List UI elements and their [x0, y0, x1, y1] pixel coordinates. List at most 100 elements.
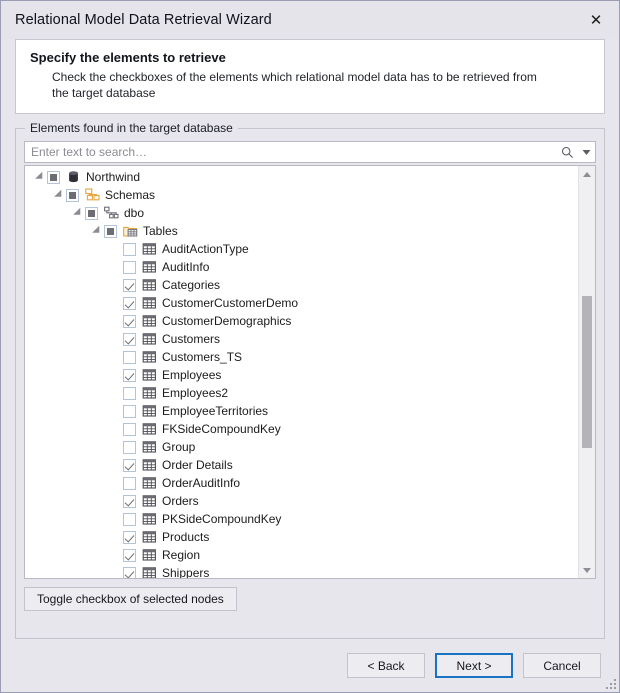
table-icon	[141, 260, 157, 274]
tree-node-label: dbo	[124, 206, 144, 220]
page-subtitle: Check the checkboxes of the elements whi…	[52, 69, 552, 101]
tree-checkbox[interactable]	[66, 189, 79, 202]
tree-node-label: OrderAuditInfo	[162, 476, 240, 490]
tables-icon	[122, 224, 138, 238]
footer-bar: < Back Next > Cancel	[1, 639, 619, 692]
tree-vertical-scrollbar[interactable]	[578, 166, 595, 578]
tree-row[interactable]: Employees2	[25, 384, 578, 402]
tree-checkbox[interactable]	[123, 567, 136, 579]
tree-checkbox[interactable]	[123, 459, 136, 472]
search-icon[interactable]	[557, 146, 577, 159]
table-icon	[141, 242, 157, 256]
tree-checkbox[interactable]	[123, 369, 136, 382]
tree-row[interactable]: FKSideCompoundKey	[25, 420, 578, 438]
resize-grip[interactable]	[604, 677, 616, 689]
tree-node-label: Customers	[162, 332, 220, 346]
tree-node-label: CustomerCustomerDemo	[162, 296, 298, 310]
expander-collapse-icon[interactable]	[33, 172, 47, 182]
table-icon	[141, 404, 157, 418]
table-icon	[141, 476, 157, 490]
scroll-down-icon[interactable]	[579, 562, 595, 578]
expander-collapse-icon[interactable]	[52, 190, 66, 200]
tree-row[interactable]: Customers_TS	[25, 348, 578, 366]
tree-row[interactable]: AuditInfo	[25, 258, 578, 276]
table-icon	[141, 278, 157, 292]
tree-checkbox[interactable]	[123, 549, 136, 562]
tree-node-label: Order Details	[162, 458, 233, 472]
tree-row[interactable]: Orders	[25, 492, 578, 510]
tree-node-label: PKSideCompoundKey	[162, 512, 281, 526]
tree-body: Northwind Schemas dbo Tables AuditActionType…	[25, 166, 578, 578]
tree-checkbox[interactable]	[123, 243, 136, 256]
body-area: Elements found in the target database	[1, 114, 619, 639]
tree-checkbox[interactable]	[123, 405, 136, 418]
expander-collapse-icon[interactable]	[71, 208, 85, 218]
tree-checkbox[interactable]	[123, 513, 136, 526]
table-icon	[141, 386, 157, 400]
tree-row[interactable]: CustomerDemographics	[25, 312, 578, 330]
tree-node-label: Region	[162, 548, 200, 562]
tree-row[interactable]: Northwind	[25, 168, 578, 186]
tree-node-label: Employees	[162, 368, 221, 382]
next-button[interactable]: Next >	[435, 653, 513, 678]
tree-node-label: Customers_TS	[162, 350, 242, 364]
table-icon	[141, 566, 157, 578]
tree-node-label: Categories	[162, 278, 220, 292]
table-icon	[141, 422, 157, 436]
tree-node-label: Northwind	[86, 170, 140, 184]
wizard-dialog: Relational Model Data Retrieval Wizard ✕…	[0, 0, 620, 693]
close-icon[interactable]: ✕	[573, 1, 619, 39]
title-bar: Relational Model Data Retrieval Wizard ✕	[1, 1, 619, 39]
tree-checkbox[interactable]	[123, 495, 136, 508]
tree-node-label: AuditActionType	[162, 242, 249, 256]
tree-row[interactable]: Products	[25, 528, 578, 546]
search-bar	[24, 141, 596, 163]
search-input[interactable]	[25, 143, 557, 161]
toggle-checkbox-button[interactable]: Toggle checkbox of selected nodes	[24, 587, 237, 611]
tree-row[interactable]: Tables	[25, 222, 578, 240]
elements-groupbox: Elements found in the target database	[15, 128, 605, 639]
scrollbar-thumb[interactable]	[582, 296, 592, 448]
tree-row[interactable]: Employees	[25, 366, 578, 384]
tree-node-label: EmployeeTerritories	[162, 404, 268, 418]
tree-row[interactable]: Region	[25, 546, 578, 564]
tree-checkbox[interactable]	[47, 171, 60, 184]
tree-checkbox[interactable]	[123, 423, 136, 436]
tree-row[interactable]: Order Details	[25, 456, 578, 474]
scroll-up-icon[interactable]	[579, 166, 595, 182]
tree-checkbox[interactable]	[85, 207, 98, 220]
tree-checkbox[interactable]	[123, 387, 136, 400]
tree-node-label: CustomerDemographics	[162, 314, 291, 328]
tree-row[interactable]: Group	[25, 438, 578, 456]
tree-node-label: Schemas	[105, 188, 155, 202]
tree-checkbox[interactable]	[104, 225, 117, 238]
tree-checkbox[interactable]	[123, 261, 136, 274]
tree-checkbox[interactable]	[123, 477, 136, 490]
tree-row[interactable]: Shippers	[25, 564, 578, 578]
chevron-down-icon[interactable]	[577, 149, 595, 156]
tree-checkbox[interactable]	[123, 441, 136, 454]
header-panel: Specify the elements to retrieve Check t…	[15, 39, 605, 114]
tree-checkbox[interactable]	[123, 279, 136, 292]
tree-row[interactable]: Customers	[25, 330, 578, 348]
tree-row[interactable]: dbo	[25, 204, 578, 222]
cancel-button[interactable]: Cancel	[523, 653, 601, 678]
tree-row[interactable]: CustomerCustomerDemo	[25, 294, 578, 312]
table-icon	[141, 440, 157, 454]
tree-row[interactable]: Categories	[25, 276, 578, 294]
tree-row[interactable]: OrderAuditInfo	[25, 474, 578, 492]
table-icon	[141, 548, 157, 562]
tree-checkbox[interactable]	[123, 315, 136, 328]
tree-row[interactable]: PKSideCompoundKey	[25, 510, 578, 528]
tree-checkbox[interactable]	[123, 333, 136, 346]
tree-row[interactable]: Schemas	[25, 186, 578, 204]
elements-tree: Northwind Schemas dbo Tables AuditActionType…	[24, 165, 596, 579]
tree-checkbox[interactable]	[123, 297, 136, 310]
tree-row[interactable]: EmployeeTerritories	[25, 402, 578, 420]
back-button[interactable]: < Back	[347, 653, 425, 678]
expander-collapse-icon[interactable]	[90, 226, 104, 236]
tree-row[interactable]: AuditActionType	[25, 240, 578, 258]
table-icon	[141, 296, 157, 310]
tree-checkbox[interactable]	[123, 351, 136, 364]
tree-checkbox[interactable]	[123, 531, 136, 544]
